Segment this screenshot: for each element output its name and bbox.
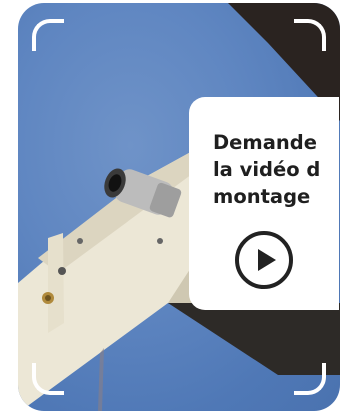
viewfinder-corner-top-right-icon [294,19,326,51]
viewfinder-corner-top-left-icon [32,19,64,51]
viewfinder-corner-bottom-left-icon [32,363,64,395]
cta-line-3: montage [213,185,311,208]
cta-line-1: Demande [213,131,317,154]
cta-line-2: la vidéo d [213,158,321,181]
video-request-panel[interactable]: Demande la vidéo d montage [189,97,339,310]
play-button[interactable] [235,231,293,289]
cta-text: Demande la vidéo d montage [213,129,339,210]
play-icon [258,249,276,271]
